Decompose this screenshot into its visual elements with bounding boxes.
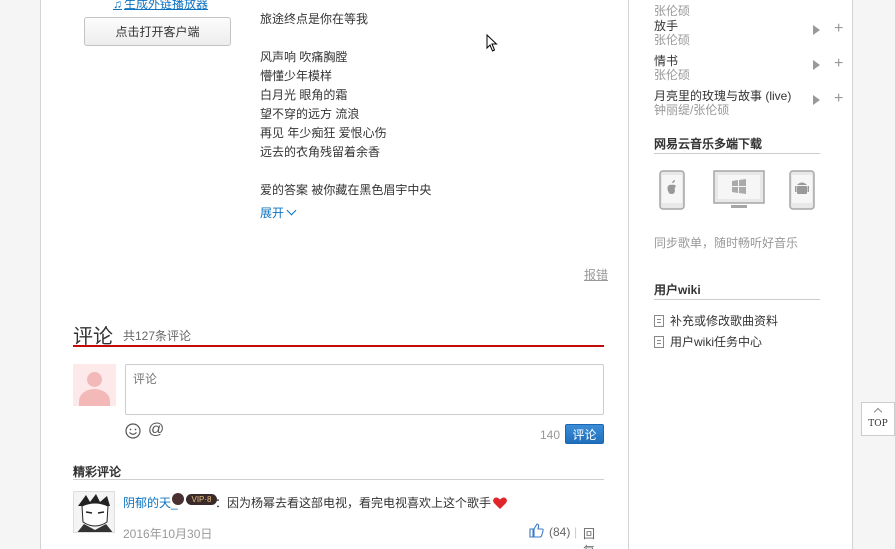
divider: | [574, 525, 578, 539]
chevron-up-icon [873, 407, 883, 417]
main-column: ♫ 生成外链播放器 点击打开客户端 旅途终点是你在等我 风声响 吹痛胸膛 懵懂少年… [41, 0, 629, 549]
wiki-edit-link[interactable]: 补充或修改歌曲资料 [654, 312, 778, 329]
similar-song-item[interactable]: 月亮里的玫瑰与故事 (live) 钟丽缇/张伦硕 + [654, 87, 843, 118]
comment-input[interactable] [125, 364, 604, 415]
badge-icon [172, 493, 184, 505]
download-slogan: 同步歌单，随时畅听好音乐 [654, 236, 799, 250]
comment-date: 2016年10月30日 [123, 527, 213, 541]
similar-song-item[interactable]: 情书 张伦硕 + [654, 52, 843, 83]
sidebar: 张伦硕 放手 张伦硕 + 情书 张伦硕 + 月亮里的玫瑰与故事 (live) 钟… [630, 0, 854, 549]
thumbs-up-icon[interactable] [529, 523, 544, 538]
download-section-title: 网易云音乐多端下载 [654, 135, 820, 154]
comments-title: 评论 [73, 326, 113, 348]
ios-download-icon[interactable] [659, 170, 685, 210]
at-mention-icon[interactable]: @ [148, 421, 164, 439]
user-badges: VIP·8 [172, 493, 217, 505]
lyric-line: 望不穿的远方 流浪 [260, 107, 360, 121]
comment-avatar[interactable] [73, 491, 115, 533]
windows-download-icon[interactable] [713, 170, 765, 210]
lyric-line: 白月光 眼角的霜 [260, 88, 348, 102]
play-icon[interactable] [813, 25, 820, 35]
comment-text: ：因为杨幂去看这部电视，看完电视喜欢上这个歌手 [215, 494, 508, 511]
play-icon[interactable] [813, 60, 820, 70]
similar-song-item[interactable]: 张伦硕 [654, 0, 824, 18]
plus-icon[interactable]: + [834, 55, 843, 73]
like-count: (84) [549, 525, 571, 539]
comments-header: 评论 共127条评论 [73, 318, 604, 348]
plus-icon[interactable]: + [834, 90, 843, 108]
report-error-link[interactable]: 报错 [584, 266, 608, 283]
similar-song-item[interactable]: 放手 张伦硕 + [654, 17, 843, 48]
lyric-line: 旅途终点是你在等我 [260, 12, 369, 26]
comment-username[interactable]: 阴郁的天_ [123, 494, 178, 511]
song-artist[interactable]: 张伦硕 [654, 66, 690, 83]
emoji-icon[interactable] [125, 423, 141, 439]
char-count: 140 [540, 428, 561, 442]
document-icon [654, 314, 664, 327]
page-container: ♫ 生成外链播放器 点击打开客户端 旅途终点是你在等我 风声响 吹痛胸膛 懵懂少年… [40, 0, 853, 549]
mouse-cursor-icon [486, 34, 498, 52]
android-download-icon[interactable] [789, 170, 815, 210]
lyric-line: 风声响 吹痛胸膛 [260, 50, 348, 64]
wiki-section-title: 用户wiki [654, 281, 820, 300]
download-icons [654, 168, 820, 212]
reply-link[interactable]: 回复 [583, 525, 604, 549]
wiki-tasks-link[interactable]: 用户wiki任务中心 [654, 333, 762, 350]
vip-badge: VIP·8 [186, 493, 217, 505]
comments-count: 共127条评论 [123, 329, 192, 343]
music-note-icon: ♫ [113, 0, 122, 11]
lyric-line: 懵懂少年模样 [260, 69, 333, 83]
expand-lyrics-link[interactable]: 展开 [260, 204, 297, 221]
song-artist[interactable]: 张伦硕 [654, 31, 690, 48]
comment-item: 阴郁的天_ VIP·8 ：因为杨幂去看这部电视，看完电视喜欢上这个歌手 2016… [73, 491, 604, 549]
plus-icon[interactable]: + [834, 20, 843, 38]
document-icon [654, 335, 664, 348]
hot-comments-title: 精彩评论 [73, 463, 604, 480]
open-client-button[interactable]: 点击打开客户端 [84, 17, 231, 46]
lyric-line: 再见 年少痴狂 爱恨心伤 [260, 126, 387, 140]
lyric-line: 爱的答案 被你藏在黑色眉宇中央 [260, 183, 432, 197]
song-artist[interactable]: 钟丽缇/张伦硕 [654, 101, 729, 118]
chevron-down-icon [286, 205, 297, 216]
back-to-top-button[interactable]: TOP [861, 402, 895, 436]
avatar [73, 364, 116, 406]
submit-comment-button[interactable]: 评论 [565, 424, 604, 444]
ext-player-link[interactable]: ♫ 生成外链播放器 [113, 0, 208, 12]
lyric-line: 远去的衣角残留着余香 [260, 145, 381, 159]
play-icon[interactable] [813, 95, 820, 105]
heart-emoji-icon [493, 497, 507, 509]
